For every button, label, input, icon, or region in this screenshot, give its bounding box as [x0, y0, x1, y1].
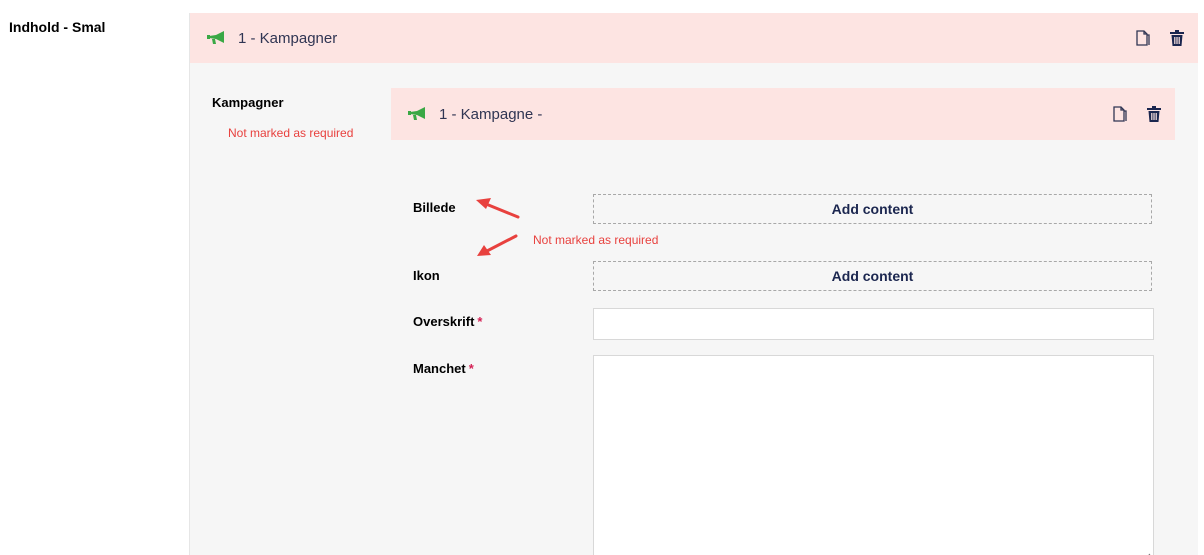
kampagner-label: Kampagner	[212, 95, 284, 110]
outer-property-label: Indhold - Smal	[9, 19, 106, 35]
copy-icon[interactable]	[1134, 29, 1152, 47]
required-mark: *	[477, 314, 483, 329]
required-mark: *	[468, 361, 474, 376]
outer-block: 1 - Kampagner Kampagner Not marked as re…	[189, 13, 1198, 555]
page: Indhold - Smal 1 - Kampagner Kampagner N…	[0, 0, 1204, 555]
manchet-label: Manchet *	[413, 361, 474, 376]
overskrift-label: Overskrift *	[413, 314, 482, 329]
overskrift-label-text: Overskrift	[413, 314, 475, 329]
outer-block-actions	[1134, 13, 1186, 63]
megaphone-icon	[408, 107, 425, 120]
inner-annotation: Not marked as required	[533, 233, 659, 247]
kampagner-annotation: Not marked as required	[228, 126, 354, 140]
trash-icon[interactable]	[1168, 29, 1186, 47]
outer-block-header[interactable]: 1 - Kampagner	[190, 13, 1198, 63]
megaphone-icon	[207, 31, 224, 44]
overskrift-input[interactable]	[593, 308, 1154, 340]
trash-icon[interactable]	[1145, 105, 1163, 123]
manchet-label-text: Manchet	[413, 361, 466, 376]
inner-block: 1 - Kampagne - Billede Add content Not m…	[391, 88, 1175, 555]
copy-icon[interactable]	[1111, 105, 1129, 123]
inner-block-header[interactable]: 1 - Kampagne -	[391, 88, 1175, 140]
billede-label: Billede	[413, 200, 456, 215]
outer-block-title: 1 - Kampagner	[238, 29, 338, 47]
ikon-add-content-button[interactable]: Add content	[593, 261, 1152, 291]
inner-block-actions	[1111, 88, 1163, 140]
manchet-textarea[interactable]	[593, 355, 1154, 555]
inner-block-title: 1 - Kampagne -	[439, 105, 543, 123]
ikon-label: Ikon	[413, 268, 440, 283]
billede-add-content-button[interactable]: Add content	[593, 194, 1152, 224]
